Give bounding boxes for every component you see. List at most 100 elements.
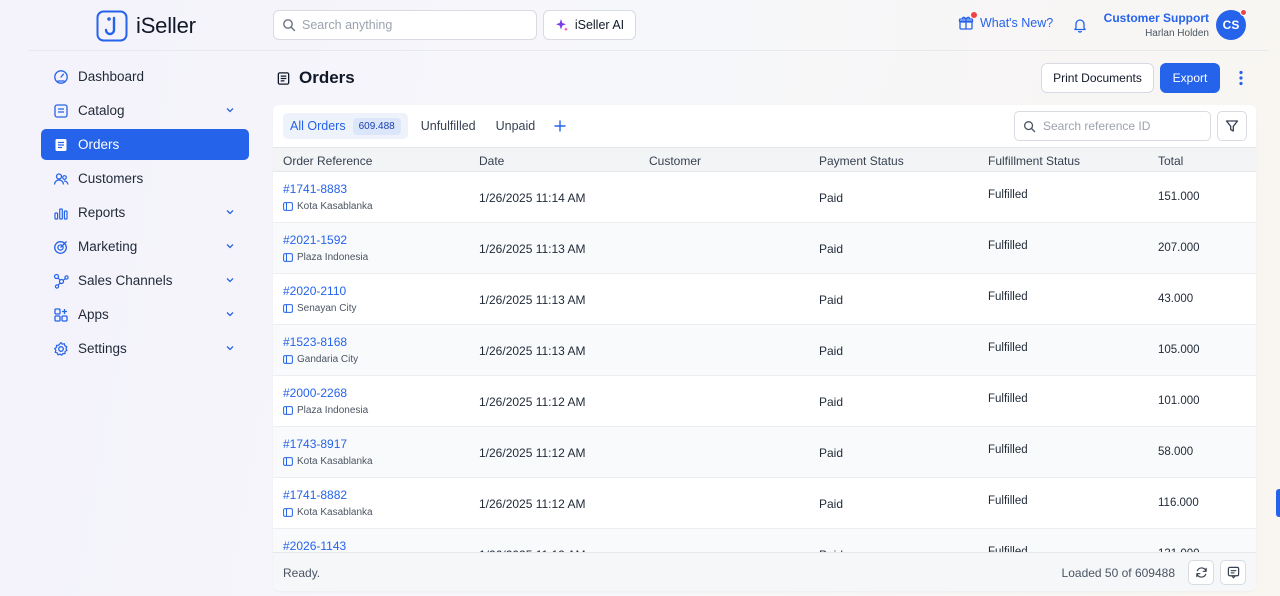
tab-unpaid[interactable]: Unpaid <box>489 113 543 139</box>
order-reference-link[interactable]: #1523-8168 <box>283 335 347 349</box>
store-location: Plaza Indonesia <box>283 252 368 263</box>
order-reference-link[interactable]: #1741-8883 <box>283 182 347 196</box>
table-header: Order Reference Date Customer Payment St… <box>273 147 1256 172</box>
column-header-customer[interactable]: Customer <box>649 154 701 168</box>
app-name: iSeller <box>136 13 196 38</box>
order-date: 1/26/2025 11:14 AM <box>479 191 586 205</box>
reports-icon <box>53 205 69 221</box>
sidebar-item-customers[interactable]: Customers <box>41 163 249 194</box>
header-divider <box>28 50 1268 51</box>
fulfillment-status: Fulfilled <box>988 495 1028 507</box>
tab-label: Unfulfilled <box>420 119 476 133</box>
order-date: 1/26/2025 11:13 AM <box>479 242 586 256</box>
reference-search-input[interactable] <box>1043 119 1203 133</box>
refresh-button[interactable] <box>1188 560 1214 585</box>
sidebar-item-label: Dashboard <box>78 69 145 84</box>
table-row[interactable]: #1743-8917 Kota Kasablanka 1/26/2025 11:12… <box>273 427 1256 478</box>
whats-new-link[interactable]: What's New? <box>958 12 1054 31</box>
sidebar-item-label: Settings <box>78 341 127 356</box>
whats-new-label: What's New? <box>980 16 1054 30</box>
payment-status: Paid <box>819 242 844 256</box>
table-row[interactable]: #2020-2110 Senayan City 1/26/2025 11:13 AM… <box>273 274 1256 325</box>
payment-status: Paid <box>819 395 844 409</box>
page-title: Orders <box>276 68 355 88</box>
tab-unfulfilled[interactable]: Unfulfilled <box>414 113 483 139</box>
sidebar-item-label: Marketing <box>78 239 138 254</box>
sidebar-item-dashboard[interactable]: Dashboard <box>41 61 249 92</box>
catalog-icon <box>53 103 69 119</box>
sidebar-item-label: Sales Channels <box>78 273 173 288</box>
fulfillment-status: Fulfilled <box>988 444 1028 456</box>
user-role: Customer Support <box>1103 11 1209 25</box>
store-location: Gandaria City <box>283 354 358 365</box>
iseller-logo-icon <box>96 10 128 42</box>
fulfillment-status: Fulfilled <box>988 291 1028 303</box>
table-row[interactable]: #2026-11431/26/2025 11:12 AMPaidFulfille… <box>273 529 1256 552</box>
sidebar-item-apps[interactable]: Apps <box>41 299 249 330</box>
table-row[interactable]: #1523-8168 Gandaria City 1/26/2025 11:13 A… <box>273 325 1256 376</box>
filter-button[interactable] <box>1217 111 1247 141</box>
sidebar-item-settings[interactable]: Settings <box>41 333 249 364</box>
settings-icon <box>53 341 69 357</box>
sidebar-item-label: Customers <box>78 171 144 186</box>
order-reference-link[interactable]: #2020-2110 <box>283 284 346 298</box>
top-bar: iSeller iSeller AI What's New? Customer … <box>0 0 1280 50</box>
iseller-ai-label: iSeller AI <box>574 18 625 32</box>
sidebar-item-label: Reports <box>78 205 126 220</box>
global-search[interactable] <box>273 10 537 40</box>
export-button[interactable]: Export <box>1160 63 1220 93</box>
side-help-tab[interactable] <box>1276 489 1280 517</box>
store-location: Plaza Indonesia <box>283 405 368 416</box>
column-header-fulfillment-status[interactable]: Fulfillment Status <box>988 154 1080 168</box>
table-row[interactable]: #1741-8883 Kota Kasablanka 1/26/2025 11:14… <box>273 172 1256 223</box>
iseller-ai-button[interactable]: iSeller AI <box>543 10 636 40</box>
table-row[interactable]: #2021-1592 Plaza Indonesia 1/26/2025 11:13… <box>273 223 1256 274</box>
app-logo[interactable]: iSeller <box>96 10 196 42</box>
tab-all-orders[interactable]: All Orders 609.488 <box>283 113 408 139</box>
order-date: 1/26/2025 11:13 AM <box>479 344 586 358</box>
page-title-text: Orders <box>299 68 355 87</box>
store-location: Kota Kasablanka <box>283 201 373 212</box>
table-row[interactable]: #2000-2268 Plaza Indonesia 1/26/2025 11:12… <box>273 376 1256 427</box>
feedback-button[interactable] <box>1220 560 1246 585</box>
chevron-down-icon <box>226 312 234 317</box>
store-icon <box>283 304 293 313</box>
store-name: Gandaria City <box>297 354 359 365</box>
sidebar-item-reports[interactable]: Reports <box>41 197 249 228</box>
print-documents-button[interactable]: Print Documents <box>1041 63 1154 93</box>
gift-icon <box>958 12 977 31</box>
order-reference-link[interactable]: #1743-8917 <box>283 437 347 451</box>
table-row[interactable]: #1741-8882 Kota Kasablanka 1/26/2025 11:12… <box>273 478 1256 529</box>
table-footer: Ready. Loaded 50 of 609488 <box>273 552 1256 591</box>
sidebar-item-orders[interactable]: Orders <box>41 129 249 160</box>
new-indicator-dot <box>971 12 977 18</box>
sparkle-icon <box>555 19 568 32</box>
notifications-bell-icon[interactable] <box>1073 17 1087 33</box>
order-reference-link[interactable]: #1741-8882 <box>283 488 347 502</box>
order-total: 58.000 <box>1158 446 1194 458</box>
status-text: Ready. <box>283 566 321 580</box>
add-tab-plus-icon[interactable] <box>550 116 570 136</box>
sidebar-item-catalog[interactable]: Catalog <box>41 95 249 126</box>
store-icon <box>283 253 293 262</box>
column-header-payment-status[interactable]: Payment Status <box>819 154 904 168</box>
order-reference-link[interactable]: #2026-1143 <box>283 539 346 552</box>
sidebar-item-marketing[interactable]: Marketing <box>41 231 249 262</box>
global-search-input[interactable] <box>302 18 522 32</box>
store-location: Kota Kasablanka <box>283 507 373 518</box>
avatar-initials: CS <box>1222 18 1240 32</box>
order-reference-link[interactable]: #2021-1592 <box>283 233 347 247</box>
column-header-date[interactable]: Date <box>479 154 504 168</box>
column-header-order-reference[interactable]: Order Reference <box>283 154 372 168</box>
reference-search[interactable] <box>1014 111 1211 141</box>
sales-channels-icon <box>53 273 69 289</box>
avatar[interactable]: CS <box>1216 9 1247 40</box>
message-icon <box>1227 566 1239 579</box>
more-options-icon[interactable] <box>1233 68 1249 88</box>
sidebar-item-sales-channels[interactable]: Sales Channels <box>41 265 249 296</box>
user-info[interactable]: Customer Support Harlan Holden <box>1104 11 1209 39</box>
column-header-total[interactable]: Total <box>1158 154 1183 168</box>
order-reference-link[interactable]: #2000-2268 <box>283 386 347 400</box>
store-name: Kota Kasablanka <box>297 507 373 518</box>
chevron-down-icon <box>226 244 234 249</box>
